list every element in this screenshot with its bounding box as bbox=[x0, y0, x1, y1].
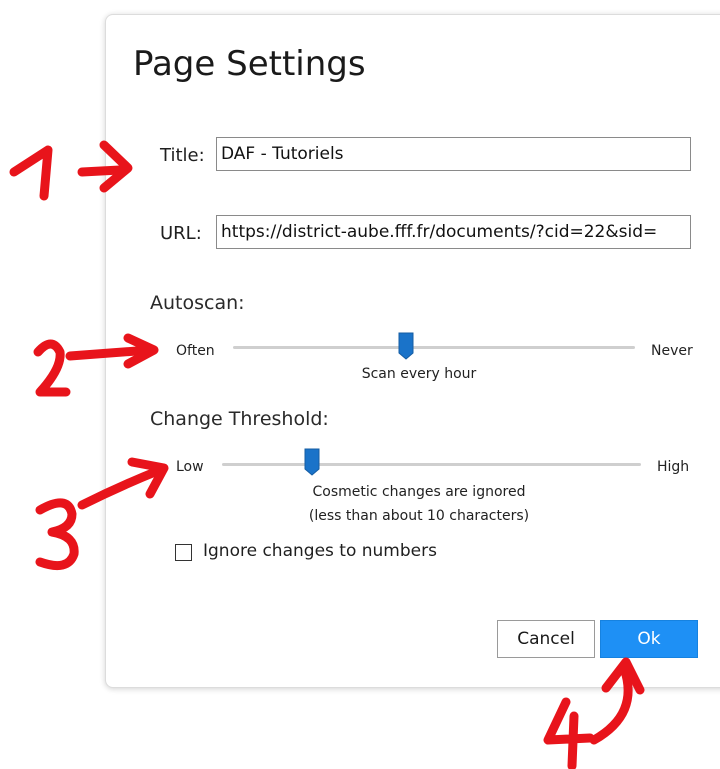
autoscan-max-label: Never bbox=[651, 343, 693, 359]
ignore-numbers-label[interactable]: Ignore changes to numbers bbox=[203, 541, 437, 561]
threshold-slider-track[interactable] bbox=[222, 463, 641, 466]
cancel-button[interactable]: Cancel bbox=[497, 620, 595, 658]
threshold-min-label: Low bbox=[176, 459, 204, 475]
page-settings-dialog: Page Settings Title: DAF - Tutoriels URL… bbox=[105, 14, 720, 688]
screenshot-stage: Page Settings Title: DAF - Tutoriels URL… bbox=[0, 0, 720, 769]
threshold-slider-thumb[interactable] bbox=[304, 448, 320, 476]
threshold-caption-line1: Cosmetic changes are ignored bbox=[312, 484, 526, 500]
title-label: Title: bbox=[160, 145, 205, 166]
autoscan-slider-thumb[interactable] bbox=[398, 332, 414, 360]
url-input[interactable]: https://district-aube.fff.fr/documents/?… bbox=[216, 215, 691, 249]
ok-button[interactable]: Ok bbox=[600, 620, 698, 658]
url-label: URL: bbox=[160, 223, 202, 244]
annotation-number-1 bbox=[9, 145, 53, 201]
autoscan-slider-track[interactable] bbox=[233, 346, 635, 349]
threshold-caption-line2: (less than about 10 characters) bbox=[308, 508, 530, 524]
autoscan-caption: Scan every hour bbox=[361, 366, 477, 382]
annotation-number-3 bbox=[35, 498, 79, 571]
threshold-max-label: High bbox=[657, 459, 690, 475]
autoscan-label: Autoscan: bbox=[150, 292, 245, 314]
dialog-title: Page Settings bbox=[133, 44, 366, 84]
autoscan-min-label: Often bbox=[176, 343, 215, 359]
ignore-numbers-checkbox[interactable] bbox=[175, 544, 192, 561]
annotation-number-2 bbox=[33, 339, 71, 397]
threshold-label: Change Threshold: bbox=[150, 408, 329, 430]
annotation-number-4 bbox=[543, 697, 595, 769]
title-input[interactable]: DAF - Tutoriels bbox=[216, 137, 691, 171]
